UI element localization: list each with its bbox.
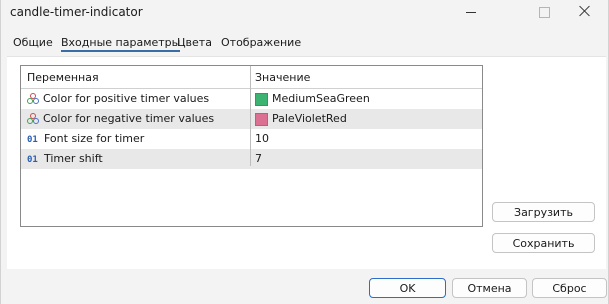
param-name: Color for positive timer values [43,92,210,105]
param-value[interactable]: 10 [255,129,269,149]
header-variable: Переменная [27,71,99,84]
window-title: candle-timer-indicator [10,5,143,19]
dialog-window: candle-timer-indicator Общие Входные пар… [1,0,608,304]
column-divider[interactable] [250,66,251,166]
param-value[interactable]: MediumSeaGreen [272,92,370,105]
param-value[interactable]: PaleVioletRed [272,112,347,125]
table-header: Переменная Значение [21,66,482,88]
tab-colors[interactable]: Цвета [177,36,212,49]
header-value: Значение [255,71,311,84]
integer-type-icon: 01 [27,135,38,145]
table-row[interactable]: 01 Timer shift 7 [21,149,482,169]
param-name: Timer shift [44,152,103,165]
ok-button[interactable]: OK [369,278,446,298]
table-row[interactable]: Color for negative timer values PaleViol… [21,109,482,129]
color-palette-icon [27,93,39,105]
tab-general[interactable]: Общие [13,36,53,49]
table-row[interactable]: Color for positive timer values MediumSe… [21,89,482,109]
save-button[interactable]: Сохранить [492,233,595,253]
color-palette-icon [27,113,39,125]
table-row[interactable]: 01 Font size for timer 10 [21,129,482,149]
maximize-icon [521,0,567,26]
color-swatch [255,112,268,126]
tab-display[interactable]: Отображение [221,36,301,49]
close-icon[interactable] [562,0,608,26]
param-name: Color for negative timer values [43,112,215,125]
title-bar: candle-timer-indicator [1,0,608,26]
integer-type-icon: 01 [27,155,38,165]
minimize-icon[interactable] [448,0,494,26]
color-swatch [255,92,268,106]
load-button[interactable]: Загрузить [492,202,595,222]
reset-button[interactable]: Сброс [532,278,607,298]
tab-inputs[interactable]: Входные параметры [61,36,181,52]
parameters-table: Переменная Значение Color for positive t… [20,65,483,227]
cancel-button[interactable]: Отмена [452,278,527,298]
param-name: Font size for timer [44,132,145,145]
param-value[interactable]: 7 [255,149,262,169]
